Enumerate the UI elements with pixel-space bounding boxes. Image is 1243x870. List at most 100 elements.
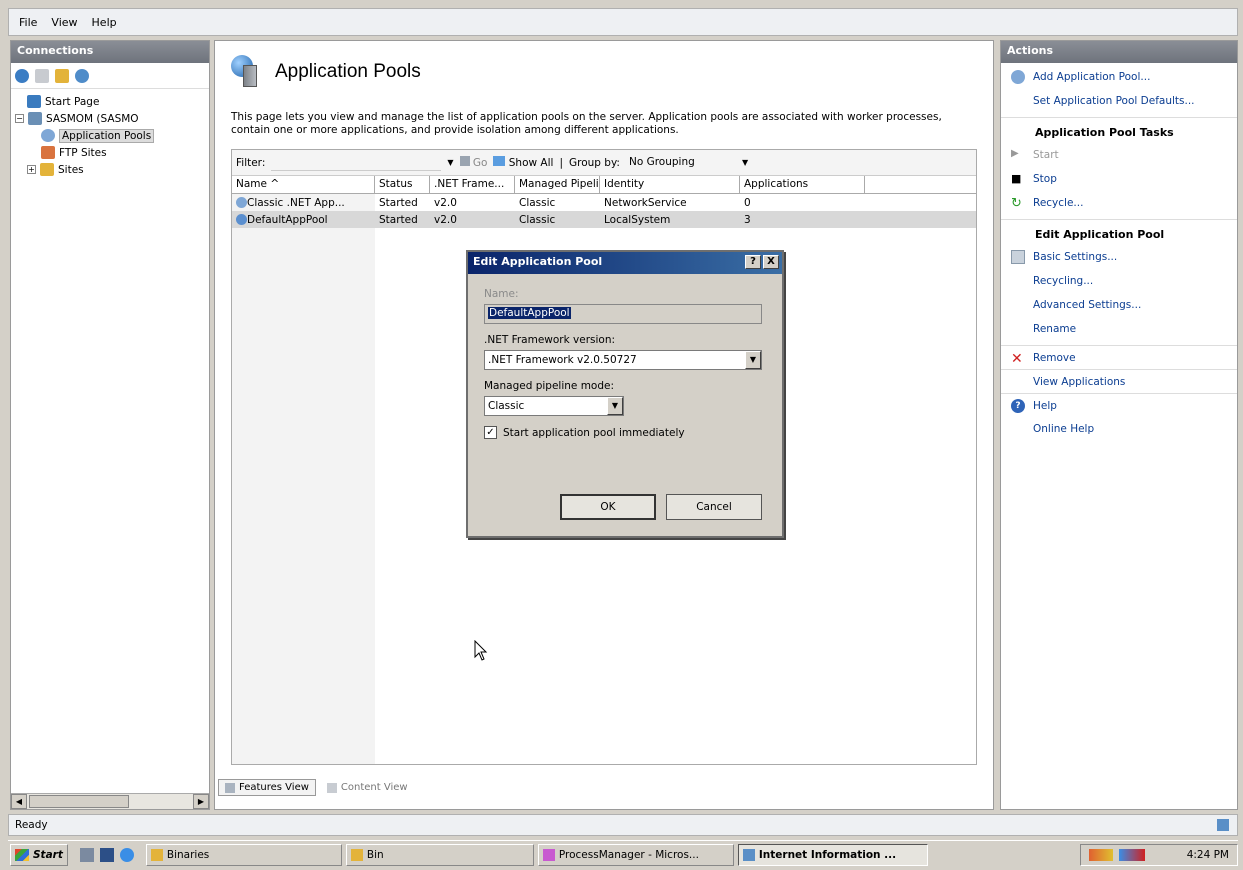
- start-immediately-label[interactable]: Start application pool immediately: [503, 427, 685, 439]
- page-title: Application Pools: [275, 61, 421, 82]
- start-link[interactable]: ▶ Start: [1001, 143, 1237, 167]
- help-link[interactable]: ? Help: [1001, 393, 1237, 417]
- connections-panel: Connections Start Page − SASMOM (SASMO A…: [10, 40, 210, 810]
- folder-icon: [350, 848, 363, 861]
- name-label: Name:: [484, 288, 519, 300]
- connections-title: Connections: [11, 41, 209, 63]
- tab-content-view[interactable]: Content View: [320, 779, 415, 796]
- online-help-link[interactable]: Online Help: [1001, 417, 1237, 441]
- start-immediately-row: ✓ Start application pool immediately: [484, 426, 766, 439]
- list-header: Name ^ Status .NET Frame... Managed Pipe…: [232, 176, 976, 194]
- tray-app-icon[interactable]: [1089, 848, 1113, 861]
- start-page-icon: [27, 95, 41, 108]
- show-all-icon: [493, 156, 506, 166]
- col-managed-pipeline[interactable]: Managed Pipeli...: [515, 176, 600, 193]
- ie-icon[interactable]: [119, 847, 134, 862]
- iis-icon: [742, 848, 755, 861]
- view-applications-link[interactable]: View Applications: [1001, 369, 1237, 393]
- scroll-left-icon[interactable]: ◀: [11, 794, 27, 809]
- col-identity[interactable]: Identity: [600, 176, 740, 193]
- chevron-down-icon[interactable]: ▼: [745, 351, 761, 369]
- cancel-button[interactable]: Cancel: [666, 494, 762, 520]
- group-by-select[interactable]: No Grouping: [626, 154, 736, 171]
- stop-link[interactable]: ■ Stop: [1001, 167, 1237, 191]
- add-app-pool-link[interactable]: Add Application Pool...: [1001, 65, 1237, 89]
- show-all-button[interactable]: Show All: [493, 156, 553, 169]
- name-field[interactable]: DefaultAppPool: [484, 304, 762, 324]
- dialog-title: Edit Application Pool: [473, 255, 603, 268]
- filter-label: Filter:: [236, 156, 266, 169]
- connections-tree: Start Page − SASMOM (SASMO Application P…: [11, 89, 209, 182]
- tree-item-server[interactable]: − SASMOM (SASMO: [15, 110, 205, 127]
- net-version-select[interactable]: .NET Framework v2.0.50727 ▼: [484, 350, 762, 370]
- filter-dropdown-icon[interactable]: ▼: [447, 158, 453, 167]
- connect-icon[interactable]: [15, 68, 29, 83]
- stop-icon: ■: [1011, 172, 1022, 185]
- page-header: Application Pools: [231, 55, 421, 89]
- go-button[interactable]: Go: [459, 156, 487, 169]
- menu-view[interactable]: View: [51, 16, 77, 29]
- rename-link[interactable]: Rename: [1001, 317, 1237, 341]
- windows-logo-icon: [15, 848, 29, 861]
- group-by-dropdown-icon[interactable]: ▼: [742, 158, 748, 167]
- taskbar-binaries[interactable]: Binaries: [145, 843, 342, 866]
- recycle-link[interactable]: ↻ Recycle...: [1001, 191, 1237, 215]
- help-icon: ?: [1011, 398, 1025, 413]
- set-pool-defaults-link[interactable]: Set Application Pool Defaults...: [1001, 89, 1237, 113]
- tray-network-icon[interactable]: [1119, 848, 1145, 861]
- net-version-label: .NET Framework version:: [484, 334, 616, 346]
- dialog-help-button[interactable]: ?: [745, 255, 761, 269]
- recycling-link[interactable]: Recycling...: [1001, 269, 1237, 293]
- filter-input[interactable]: [271, 154, 442, 171]
- col-name[interactable]: Name ^: [232, 176, 375, 193]
- app-pool-icon: [236, 214, 247, 225]
- go-icon: [459, 156, 470, 166]
- tab-features-view[interactable]: Features View: [218, 779, 316, 796]
- start-immediately-checkbox[interactable]: ✓: [484, 426, 497, 439]
- filter-bar: Filter: ▼ Go Show All | Group by: No Gro…: [232, 150, 976, 176]
- connections-toolbar: [11, 63, 209, 89]
- chevron-down-icon[interactable]: ▼: [607, 397, 623, 415]
- basic-settings-link[interactable]: Basic Settings...: [1001, 245, 1237, 269]
- app-pools-large-icon: [231, 55, 261, 89]
- taskbar-iis-manager[interactable]: Internet Information ...: [737, 843, 928, 866]
- up-folder-icon[interactable]: [55, 68, 69, 83]
- connections-hscrollbar[interactable]: ◀ ▶: [11, 793, 209, 809]
- play-icon: ▶: [1011, 148, 1019, 159]
- visual-studio-icon: [542, 848, 555, 861]
- tree-item-ftp-sites[interactable]: FTP Sites: [15, 144, 205, 161]
- advanced-settings-link[interactable]: Advanced Settings...: [1001, 293, 1237, 317]
- pipeline-mode-select[interactable]: Classic ▼: [484, 396, 624, 416]
- start-button[interactable]: Start: [10, 843, 68, 866]
- clock[interactable]: 4:24 PM: [1187, 849, 1229, 861]
- ok-button[interactable]: OK: [560, 494, 656, 520]
- table-row[interactable]: Classic .NET App... Started v2.0 Classic…: [232, 194, 976, 211]
- expand-icon[interactable]: +: [27, 165, 36, 174]
- table-row[interactable]: DefaultAppPool Started v2.0 Classic Loca…: [232, 211, 976, 228]
- col-status[interactable]: Status: [375, 176, 430, 193]
- menu-help[interactable]: Help: [92, 16, 117, 29]
- tree-item-sites[interactable]: + Sites: [15, 161, 205, 178]
- remove-link[interactable]: ✕ Remove: [1001, 345, 1237, 369]
- menu-file[interactable]: File: [19, 16, 37, 29]
- taskbar-process-manager[interactable]: ProcessManager - Micros...: [537, 843, 734, 866]
- taskbar-bin[interactable]: Bin: [345, 843, 534, 866]
- collapse-icon[interactable]: −: [15, 114, 24, 123]
- dialog-close-button[interactable]: X: [763, 255, 779, 269]
- col-applications[interactable]: Applications: [740, 176, 865, 193]
- tree-item-start-page[interactable]: Start Page: [15, 93, 205, 110]
- scroll-right-icon[interactable]: ▶: [193, 794, 209, 809]
- network-status-icon: [1217, 819, 1229, 831]
- edit-pool-header: Edit Application Pool: [1001, 219, 1237, 245]
- menu-bar: File View Help: [8, 8, 1238, 36]
- settings-page-icon: [1011, 250, 1025, 264]
- server-manager-icon[interactable]: [79, 847, 94, 862]
- features-view-icon: [225, 782, 235, 793]
- scroll-thumb[interactable]: [29, 795, 129, 808]
- tree-item-app-pools[interactable]: Application Pools: [15, 127, 205, 144]
- disconnect-icon[interactable]: [75, 68, 89, 83]
- quick-launch: [72, 847, 142, 862]
- col-net-framework[interactable]: .NET Frame...: [430, 176, 515, 193]
- show-desktop-icon[interactable]: [99, 847, 114, 862]
- save-icon[interactable]: [35, 68, 49, 83]
